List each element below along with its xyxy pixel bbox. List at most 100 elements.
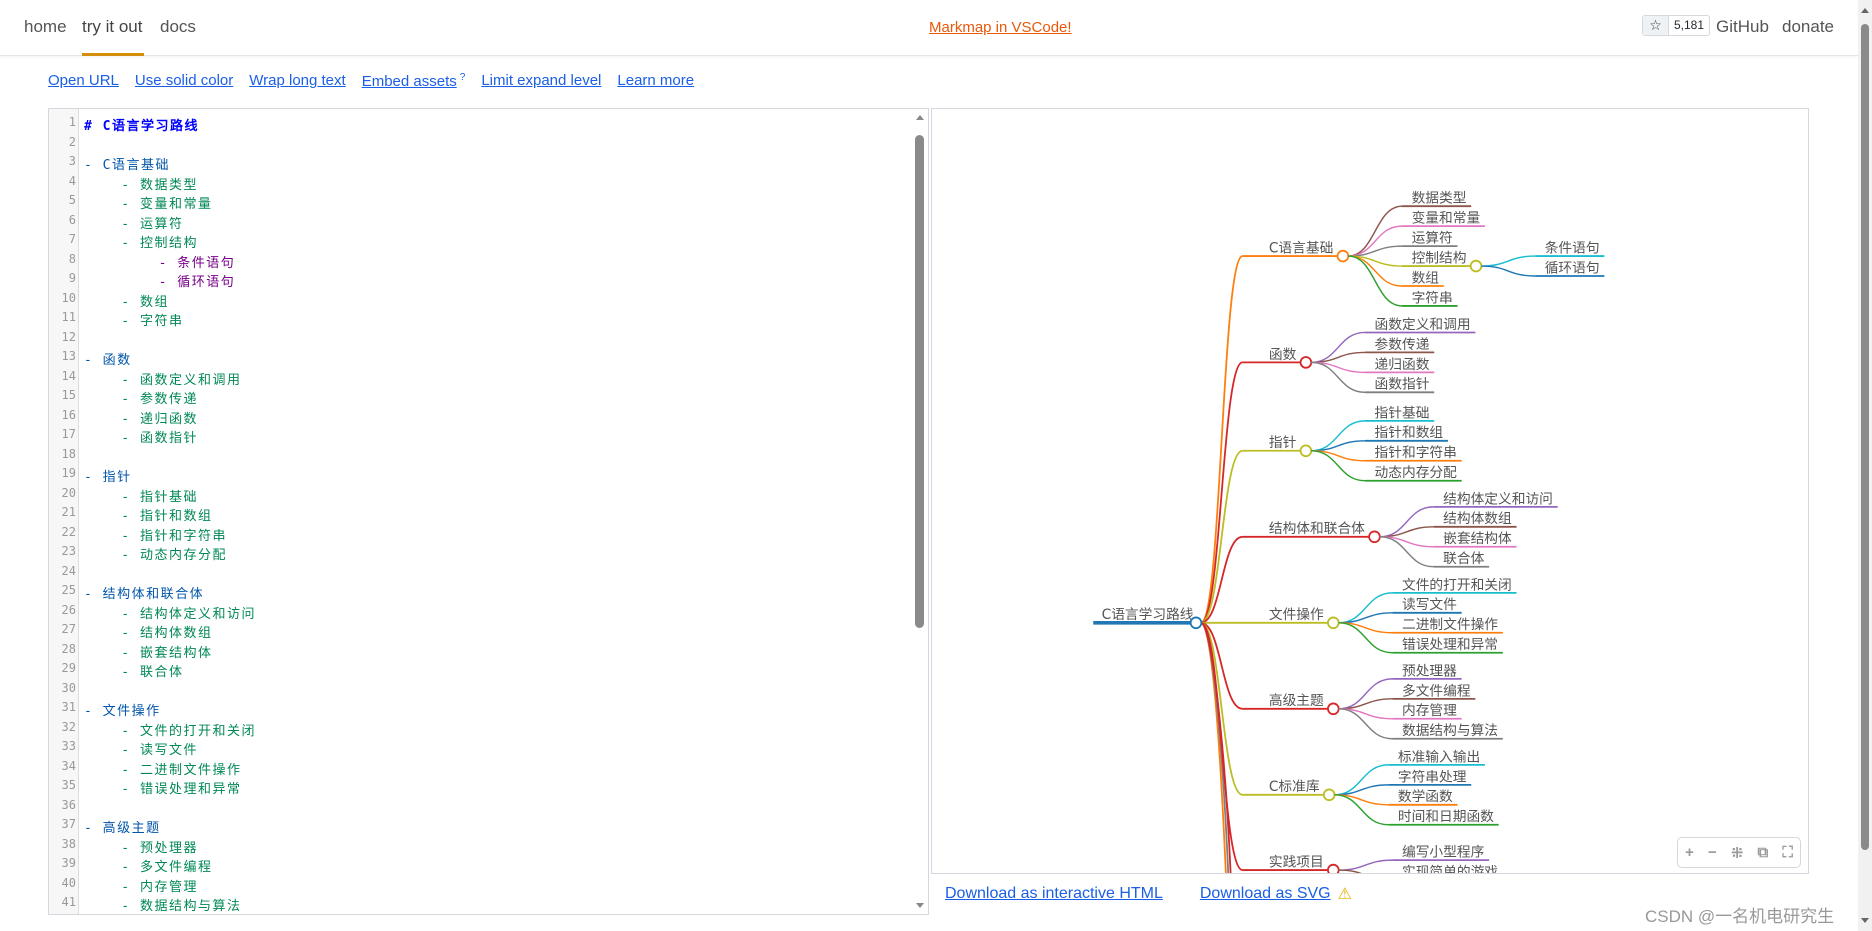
- code-line[interactable]: - 指针和数组: [84, 505, 212, 524]
- mindmap-node-label[interactable]: 控制结构: [1412, 250, 1467, 266]
- mindmap-node-label[interactable]: 数组: [1412, 270, 1440, 286]
- mindmap-node-label[interactable]: 动态内存分配: [1375, 465, 1458, 481]
- code-line[interactable]: - 参数传递: [84, 388, 198, 407]
- nav-home[interactable]: home: [24, 17, 67, 37]
- mindmap-node-label[interactable]: 函数指针: [1375, 377, 1430, 393]
- markdown-editor[interactable]: 1 2 3 4 5 6 7 8 9 10 11 12 13 14 15 16 17 18 19 20 21 22 23 24 2…: [48, 108, 929, 915]
- code-line[interactable]: - 读写文件: [84, 739, 198, 758]
- mindmap-node-label[interactable]: 多文件编程: [1402, 682, 1471, 699]
- mindmap-node-label[interactable]: 结构体数组: [1443, 511, 1512, 527]
- mindmap-node-label[interactable]: 文件操作: [1269, 607, 1324, 623]
- mindmap-node-label[interactable]: 错误处理和异常: [1402, 637, 1498, 653]
- warning-icon[interactable]: ⚠: [1338, 884, 1352, 904]
- use-solid-color-link[interactable]: Use solid color: [135, 72, 233, 90]
- mindmap-node-label[interactable]: 内存管理: [1402, 703, 1457, 719]
- code-line[interactable]: - 函数定义和调用: [84, 369, 241, 388]
- embed-assets-help[interactable]: ?: [460, 72, 466, 83]
- download-html-link[interactable]: Download as interactive HTML: [945, 885, 1163, 903]
- code-line[interactable]: - 文件的打开和关闭: [84, 720, 256, 739]
- code-line[interactable]: - 递归函数: [84, 408, 198, 427]
- code-line[interactable]: - 预处理器: [84, 837, 198, 856]
- code-line[interactable]: - 结构体数组: [84, 622, 212, 641]
- embed-assets-link[interactable]: Embed assets: [362, 73, 457, 90]
- page-scroll-up-icon[interactable]: [1861, 8, 1869, 13]
- mindmap-node-label[interactable]: 指针和字符串: [1375, 445, 1457, 461]
- toggle-recursively-icon[interactable]: ⧉: [1758, 844, 1769, 861]
- code-line[interactable]: - 循环语句: [84, 271, 235, 290]
- github-star-button[interactable]: ☆ 5,181: [1642, 15, 1711, 36]
- code-line[interactable]: - 结构体定义和访问: [84, 603, 256, 622]
- mindmap-node-label[interactable]: 时间和日期函数: [1398, 809, 1494, 825]
- mindmap-node-label[interactable]: 高级主题: [1269, 692, 1324, 709]
- mindmap-node-label[interactable]: 实践项目: [1269, 854, 1324, 870]
- mindmap-node-label[interactable]: C标准库: [1269, 779, 1320, 795]
- nav-donate[interactable]: donate: [1782, 17, 1834, 37]
- nav-github[interactable]: GitHub: [1716, 17, 1769, 37]
- code-line[interactable]: - 错误处理和异常: [84, 778, 241, 797]
- mindmap-panel[interactable]: C语言基础 数据类型 变量和常量 运算符 控制结构 条件语句 循环语句 数组 字符串 函数 函数定义…: [931, 108, 1809, 874]
- node-toggle-circle[interactable]: [1327, 863, 1340, 874]
- code-line[interactable]: - 控制结构: [84, 232, 198, 251]
- editor-scrollbar-thumb[interactable]: [915, 135, 924, 628]
- mindmap-node-label[interactable]: 参数传递: [1375, 336, 1430, 353]
- fit-window-icon[interactable]: ⁜: [1731, 844, 1744, 862]
- zoom-in-icon[interactable]: +: [1685, 844, 1694, 861]
- editor-scrollbar[interactable]: [911, 109, 928, 914]
- mindmap-svg[interactable]: C语言基础 数据类型变量和常量运算符控制结构 条件语句循环语句数组字符串函数 函数定义…: [932, 109, 1809, 874]
- zoom-out-icon[interactable]: −: [1708, 844, 1717, 861]
- mindmap-node-label[interactable]: 指针和数组: [1375, 425, 1444, 441]
- mindmap-node-label[interactable]: C语言基础: [1269, 239, 1333, 256]
- code-line[interactable]: - 函数指针: [84, 427, 198, 446]
- code-line[interactable]: - 联合体: [84, 661, 183, 680]
- code-line[interactable]: - 指针和字符串: [84, 525, 227, 544]
- mindmap-node-label[interactable]: 结构体和联合体: [1269, 521, 1365, 537]
- mindmap-node-label[interactable]: 标准输入输出: [1398, 749, 1480, 765]
- node-toggle-circle[interactable]: [1299, 444, 1313, 458]
- code-line[interactable]: - 内存管理: [84, 876, 198, 895]
- root-toggle-circle[interactable]: [1189, 616, 1203, 630]
- node-toggle-circle[interactable]: [1327, 702, 1340, 716]
- code-line[interactable]: - C语言基础: [84, 154, 170, 173]
- code-line[interactable]: - 动态内存分配: [84, 544, 227, 563]
- nav-docs[interactable]: docs: [160, 17, 196, 37]
- page-scroll-down-icon[interactable]: [1861, 918, 1869, 923]
- page-scrollbar-thumb[interactable]: [1861, 24, 1869, 850]
- code-line[interactable]: - 指针基础: [84, 486, 198, 505]
- code-line[interactable]: - 指针: [84, 466, 132, 485]
- learn-more-link[interactable]: Learn more: [617, 72, 694, 90]
- code-line[interactable]: - 数据结构与算法: [84, 895, 241, 914]
- scroll-down-arrow-icon[interactable]: [916, 903, 924, 908]
- mindmap-node-label[interactable]: 条件语句: [1545, 239, 1600, 256]
- nav-try-it-out[interactable]: try it out: [82, 17, 142, 37]
- mindmap-node-label[interactable]: 联合体: [1443, 551, 1484, 567]
- code-line[interactable]: - 字符串: [84, 310, 183, 329]
- mindmap-node-label[interactable]: 函数: [1269, 347, 1297, 363]
- mindmap-node-label[interactable]: 变量和常量: [1412, 211, 1481, 227]
- mindmap-node-label[interactable]: 运算符: [1412, 231, 1453, 247]
- code-line[interactable]: - 运算符: [84, 213, 183, 232]
- node-toggle-circle[interactable]: [1469, 259, 1483, 273]
- page-scrollbar[interactable]: [1858, 0, 1872, 931]
- code-line[interactable]: - 数组: [84, 291, 169, 310]
- mindmap-node-label[interactable]: 预处理器: [1402, 663, 1457, 679]
- mindmap-node-label[interactable]: 字符串: [1412, 290, 1453, 306]
- mindmap-node-label[interactable]: 二进制文件操作: [1402, 617, 1498, 633]
- markmap-vscode-link[interactable]: Markmap in VSCode!: [929, 19, 1072, 36]
- open-url-link[interactable]: Open URL: [48, 72, 119, 90]
- mindmap-node-label[interactable]: 结构体定义和访问: [1443, 491, 1553, 507]
- code-line[interactable]: - 嵌套结构体: [84, 642, 212, 661]
- mindmap-node-label[interactable]: 递归函数: [1375, 356, 1430, 373]
- fullscreen-icon[interactable]: ⛶: [1782, 844, 1793, 861]
- node-toggle-circle[interactable]: [1327, 616, 1340, 630]
- node-toggle-circle[interactable]: [1322, 788, 1336, 802]
- mindmap-node-label[interactable]: 文件的打开和关闭: [1402, 576, 1512, 593]
- mindmap-node-label[interactable]: 字符串处理: [1398, 769, 1467, 785]
- code-line[interactable]: - 多文件编程: [84, 856, 212, 875]
- code-line[interactable]: - 二进制文件操作: [84, 759, 241, 778]
- mindmap-node-label[interactable]: 嵌套结构体: [1443, 531, 1512, 547]
- node-toggle-circle[interactable]: [1299, 356, 1313, 369]
- code-line[interactable]: - 数据类型: [84, 174, 198, 193]
- mindmap-node-label[interactable]: C语言学习路线: [1102, 607, 1194, 623]
- code-line[interactable]: - 高级主题: [84, 817, 161, 836]
- mindmap-node-label[interactable]: 函数定义和调用: [1375, 317, 1471, 333]
